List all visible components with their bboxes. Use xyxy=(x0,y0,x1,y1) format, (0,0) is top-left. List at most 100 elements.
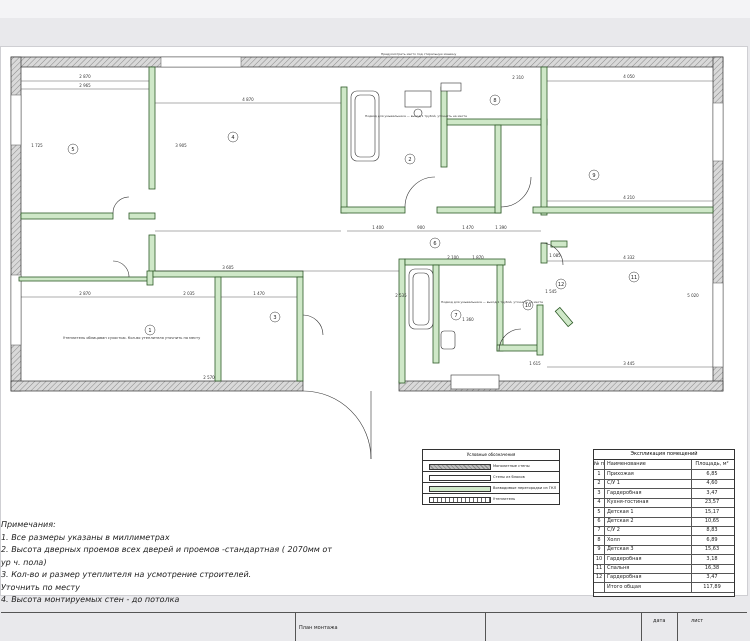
room-area: 15,17 xyxy=(704,508,720,515)
room-number: 7 xyxy=(454,313,457,319)
legend-row: Утеплитель xyxy=(423,494,559,504)
row-number: 3 xyxy=(594,488,605,498)
room-number: 6 xyxy=(433,241,436,247)
legend-row: Возводимые перегородки из ГКЛ xyxy=(423,483,559,494)
dimension-label: 2 965 xyxy=(79,83,91,88)
dimension-label: 1 085 xyxy=(549,253,561,258)
washer-note: Предусмотреть место под стиральную машин… xyxy=(381,52,456,56)
legend-swatch xyxy=(429,486,491,492)
room-name: Гардеробная xyxy=(605,573,692,583)
room-area: 8,83 xyxy=(706,527,718,534)
legend-label: Утеплитель xyxy=(493,497,516,501)
room-area: 6,89 xyxy=(706,536,718,543)
room-area: 10,65 xyxy=(704,518,720,524)
dimension-label: 4 210 xyxy=(623,195,635,200)
room-number: 8 xyxy=(493,98,496,104)
room-number: 9 xyxy=(592,173,595,179)
room-name: Спальня xyxy=(605,564,692,573)
date-label: дата xyxy=(653,618,666,624)
legend-label: Монолитные стены xyxy=(493,464,530,468)
row-number: 7 xyxy=(594,526,605,536)
room-number: 5 xyxy=(71,147,74,153)
dimension-label: 1 400 xyxy=(372,225,384,230)
dimension-label: 1 545 xyxy=(545,289,557,294)
room-name: Детская 2 xyxy=(605,517,692,526)
room-area: 6,85 xyxy=(706,471,718,477)
note-line: 3. Кол-во и размер утеплителя на усмотре… xyxy=(0,570,253,579)
room-name: С/У 1 xyxy=(605,479,692,489)
note-line: 2. Высота дверных проемов всех дверей и … xyxy=(0,545,333,554)
room-name: Гардеробная xyxy=(605,554,692,564)
header-area: Площадь, м² xyxy=(695,461,729,467)
row-number: 6 xyxy=(594,517,605,526)
legend-swatch xyxy=(429,475,491,481)
dimension-label: 2 100 xyxy=(447,255,459,260)
room-area: 16,38 xyxy=(704,565,720,571)
title-divider xyxy=(641,613,642,641)
dimension-label: 3 605 xyxy=(222,265,234,270)
dimension-label: 4 332 xyxy=(623,255,635,260)
row-number xyxy=(594,582,605,592)
explication-total-row: Итого общая 117,89 xyxy=(594,582,734,593)
dimension-label: 2 870 xyxy=(79,291,91,296)
row-number: 9 xyxy=(594,545,605,555)
room-number: 12 xyxy=(558,282,564,288)
plan-name: План монтажа xyxy=(299,625,338,631)
room-area: 3,47 xyxy=(706,489,718,496)
room-area: 117,89 xyxy=(703,583,721,590)
explication-header-row: № п/п Наименование Площадь, м² xyxy=(594,460,734,470)
dimension-label: 1 615 xyxy=(529,361,541,366)
dimension-label: 2 535 xyxy=(395,293,407,298)
room-number: 1 xyxy=(148,328,151,334)
dimension-label: 1 360 xyxy=(462,317,474,322)
insulation-note: Утеплитель облицован сухостью. Кол-во ут… xyxy=(63,336,201,340)
legend-row: Стены из блоков xyxy=(423,472,559,483)
dimension-label: 1 870 xyxy=(472,255,484,260)
title-divider xyxy=(677,613,678,641)
dimension-label: 2 870 xyxy=(79,74,91,79)
dimension-label: 3 445 xyxy=(623,361,635,366)
note-line: Уточнить по месту xyxy=(0,582,81,592)
room-area: 23,57 xyxy=(704,499,720,506)
explication-title: Экспликация помещений xyxy=(594,450,734,460)
row-number: 4 xyxy=(594,498,605,508)
legend: Условные обозначения Монолитные стены Ст… xyxy=(422,449,560,505)
room-number: 3 xyxy=(273,315,276,321)
dimension-label: 2 035 xyxy=(183,291,195,296)
note-line: 4. Высота монтируемых стен - до потолка xyxy=(0,595,181,604)
row-number: 2 xyxy=(594,479,605,489)
title-divider xyxy=(295,613,296,641)
sink-note-1: Подвод для умывальника — выход 1 трубой,… xyxy=(365,114,467,118)
room-name: С/У 2 xyxy=(605,526,692,536)
sheet-label: лист xyxy=(691,618,704,624)
sink-note-2: Подвод для умывальника — выход 1 трубой,… xyxy=(441,300,543,304)
drawing-sheet: 5 4 2 3 1 6 8 7 9 10 11 12 2 870 2 965 4 870 3 905 1 72… xyxy=(0,46,748,641)
note-line: ур ч. пола) xyxy=(0,557,48,567)
room-number: 4 xyxy=(231,135,234,141)
dimension-label: 1 470 xyxy=(462,225,474,230)
room-name: Прихожая xyxy=(605,470,692,479)
row-number: 11 xyxy=(594,564,605,573)
legend-label: Стены из блоков xyxy=(493,475,525,479)
legend-title: Условные обозначения xyxy=(423,450,559,461)
legend-row: Монолитные стены xyxy=(423,461,559,472)
legend-swatch xyxy=(429,464,491,470)
row-number: 1 xyxy=(594,470,605,479)
room-area: 4,60 xyxy=(706,480,718,487)
window-top-bar xyxy=(0,0,750,18)
fixtures xyxy=(350,82,500,390)
room-name: Кухня-гостиная xyxy=(605,498,692,508)
row-number: 10 xyxy=(594,554,605,564)
dimension-label: 1 470 xyxy=(253,291,265,296)
notes-title: Примечания: xyxy=(0,520,57,529)
room-area: 15,63 xyxy=(704,546,720,553)
title-divider xyxy=(485,613,486,641)
dimension-label: 2 570 xyxy=(203,375,215,380)
room-name: Итого общая xyxy=(605,582,692,592)
legend-label: Возводимые перегородки из ГКЛ xyxy=(493,486,557,490)
header-number: № п/п xyxy=(594,460,605,469)
row-number: 5 xyxy=(594,507,605,517)
room-area: 3,47 xyxy=(706,574,718,581)
dimension-label: 1 725 xyxy=(31,143,43,148)
room-number: 2 xyxy=(408,157,411,163)
